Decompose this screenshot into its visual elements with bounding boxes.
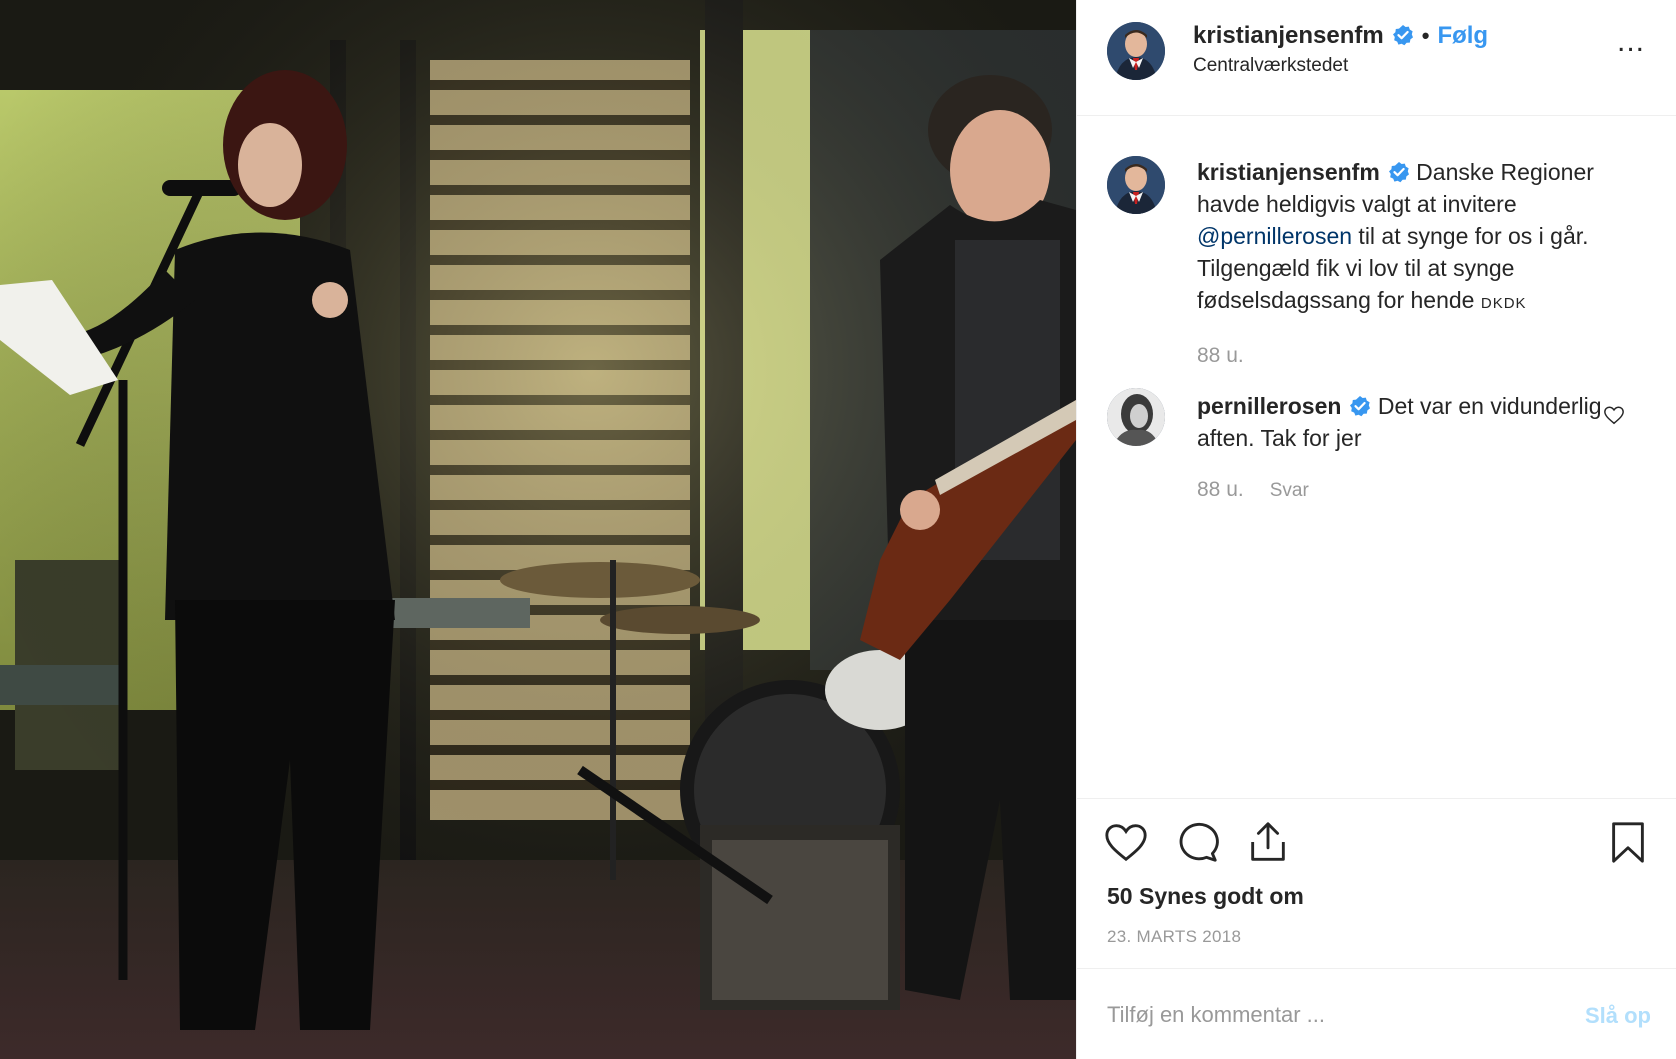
comment-time[interactable]: 88 u. [1197,478,1244,501]
post-sidebar: kristianjensenfm • Følg Centralværkstedet … [1076,0,1676,1059]
comment-input[interactable] [1107,995,1537,1035]
verified-badge-icon [1388,161,1410,183]
separator-dot: • [1421,23,1430,48]
reply-button[interactable]: Svar [1270,480,1309,501]
profile-photo-icon [1107,156,1165,214]
caption-text: kristianjensenfm Danske Regioner havde h… [1197,156,1617,320]
post-actions: 50 Synes godt om 23. MARTS 2018 [1077,798,1676,968]
post-location[interactable]: Centralværkstedet [1193,55,1348,77]
comment-username[interactable]: kristianjensenfm [1197,159,1380,185]
author-line: kristianjensenfm • Følg [1193,22,1488,50]
more-options-icon[interactable]: ... [1611,27,1651,58]
verified-badge-icon [1349,395,1371,417]
profile-photo-icon [1107,22,1165,80]
add-comment-bar: Slå op [1077,968,1676,1059]
flag-emoji: DKDK [1480,295,1527,312]
post-comment-button[interactable]: Slå op [1585,1003,1651,1029]
post-header: kristianjensenfm • Følg Centralværkstedet … [1077,0,1676,116]
comment-bubble-icon[interactable] [1175,819,1221,865]
caption-author-avatar[interactable] [1107,156,1165,214]
mention-link[interactable]: @pernillerosen [1197,223,1352,249]
comment-meta: 88 u. [1197,344,1244,368]
commenter-avatar[interactable] [1107,388,1165,446]
save-bookmark-icon[interactable] [1605,819,1651,865]
likes-count[interactable]: 50 Synes godt om [1107,883,1304,910]
author-avatar[interactable] [1107,22,1165,80]
profile-photo-icon [1107,388,1165,446]
like-comment-heart-icon[interactable] [1603,404,1625,426]
share-upload-icon[interactable] [1245,819,1291,865]
post-date: 23. MARTS 2018 [1107,927,1242,946]
comments-list: kristianjensenfm Danske Regioner havde h… [1077,116,1676,796]
concert-photo-image [0,0,1076,1059]
comment-time[interactable]: 88 u. [1197,344,1244,367]
comment-text: pernillerosen Det var en vidunderlig aft… [1197,390,1617,454]
author-username[interactable]: kristianjensenfm [1193,22,1384,49]
follow-button[interactable]: Følg [1437,22,1488,49]
comment-meta: 88 u. Svar [1197,478,1309,502]
like-heart-icon[interactable] [1103,819,1149,865]
post-photo[interactable] [0,0,1076,1059]
verified-badge-icon [1392,24,1414,46]
comment-username[interactable]: pernillerosen [1197,393,1341,419]
